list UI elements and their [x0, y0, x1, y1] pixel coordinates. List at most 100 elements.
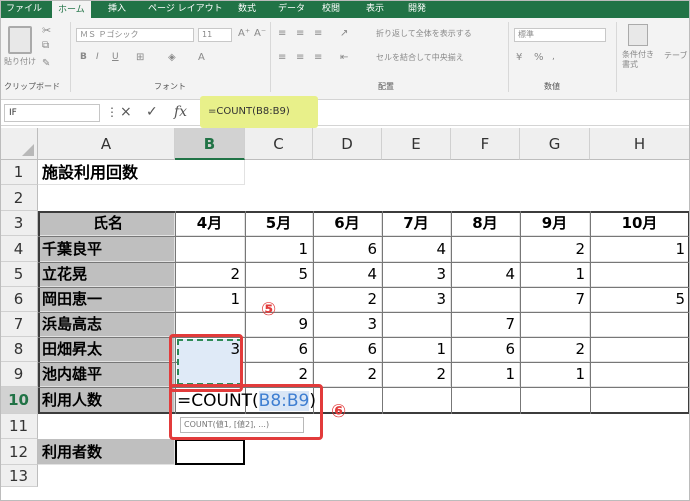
- row-header-3[interactable]: 3: [0, 211, 38, 236]
- font-size-select[interactable]: 11: [198, 28, 232, 42]
- align-bottom-icon[interactable]: ≡: [314, 28, 322, 39]
- header-month-cell[interactable]: 8月: [451, 211, 520, 236]
- row-header-10[interactable]: 10: [0, 387, 38, 414]
- conditional-format-icon[interactable]: [628, 24, 648, 46]
- value-cell[interactable]: 7: [451, 312, 520, 337]
- number-format-select[interactable]: 標準: [514, 28, 606, 42]
- format-as-table-button[interactable]: テーブ: [664, 50, 688, 61]
- copy-icon[interactable]: ⧉: [42, 40, 49, 51]
- value-cell[interactable]: 2: [382, 362, 451, 387]
- row-header-1[interactable]: 1: [0, 160, 38, 185]
- row-header-12[interactable]: 12: [0, 439, 38, 465]
- percent-icon[interactable]: %: [534, 52, 544, 63]
- cancel-icon[interactable]: ×: [120, 103, 132, 121]
- paste-button[interactable]: 貼り付け: [4, 56, 36, 67]
- person-name-cell[interactable]: 立花晃: [38, 262, 175, 287]
- currency-icon[interactable]: ¥: [516, 52, 522, 63]
- value-cell[interactable]: 5: [590, 287, 690, 312]
- value-cell[interactable]: [590, 312, 690, 337]
- paste-icon[interactable]: [8, 26, 32, 54]
- value-cell[interactable]: 2: [520, 236, 590, 262]
- value-cell[interactable]: 3: [382, 287, 451, 312]
- person-name-cell[interactable]: 池内雄平: [38, 362, 175, 387]
- value-cell[interactable]: [520, 312, 590, 337]
- tab-insert[interactable]: 挿入: [108, 0, 126, 18]
- column-header-H[interactable]: H: [590, 128, 690, 160]
- row-header-9[interactable]: 9: [0, 362, 38, 387]
- value-cell[interactable]: 6: [245, 337, 313, 362]
- person-name-cell[interactable]: 千葉良平: [38, 236, 175, 262]
- tab-view[interactable]: 表示: [366, 0, 384, 18]
- conditional-format-button[interactable]: 条件付き 書式: [622, 50, 656, 70]
- header-month-cell[interactable]: 5月: [245, 211, 313, 236]
- users-total-label[interactable]: 利用者数: [38, 439, 175, 465]
- value-cell[interactable]: 6: [313, 337, 382, 362]
- value-cell[interactable]: 7: [520, 287, 590, 312]
- merge-center-button[interactable]: セルを結合して中央揃え: [376, 52, 464, 63]
- value-cell[interactable]: 4: [313, 262, 382, 287]
- value-cell[interactable]: 4: [451, 262, 520, 287]
- value-cell[interactable]: [245, 287, 313, 312]
- column-header-D[interactable]: D: [313, 128, 382, 160]
- align-left-icon[interactable]: ≡: [278, 52, 286, 63]
- bold-icon[interactable]: B: [80, 52, 87, 62]
- value-cell[interactable]: 5: [245, 262, 313, 287]
- fill-color-icon[interactable]: ◈: [168, 52, 176, 63]
- enter-icon[interactable]: ✓: [146, 103, 158, 121]
- tab-data[interactable]: データ: [278, 0, 305, 18]
- person-name-cell[interactable]: 岡田恵一: [38, 287, 175, 312]
- row-header-2[interactable]: 2: [0, 185, 38, 211]
- comma-icon[interactable]: ,: [552, 52, 555, 62]
- value-cell[interactable]: 2: [175, 262, 245, 287]
- tab-page-layout[interactable]: ページ レイアウト: [148, 0, 223, 18]
- sheet-title[interactable]: 施設利用回数: [38, 160, 245, 185]
- header-month-cell[interactable]: 7月: [382, 211, 451, 236]
- border-icon[interactable]: ⊞: [136, 52, 144, 63]
- insert-function-icon[interactable]: fx: [174, 103, 187, 121]
- tab-home[interactable]: ホーム: [52, 0, 91, 18]
- row-header-13[interactable]: 13: [0, 465, 38, 487]
- column-header-F[interactable]: F: [451, 128, 520, 160]
- cell-B10-editing[interactable]: =COUNT(B8:B9): [177, 388, 316, 415]
- indent-icon[interactable]: ⇤: [340, 52, 348, 63]
- value-cell[interactable]: 1: [382, 337, 451, 362]
- tab-file[interactable]: ファイル: [6, 0, 42, 18]
- tab-formulas[interactable]: 数式: [238, 0, 256, 18]
- align-center-icon[interactable]: ≡: [296, 52, 304, 63]
- column-header-G[interactable]: G: [520, 128, 590, 160]
- row-header-11[interactable]: 11: [0, 414, 38, 439]
- value-cell[interactable]: [451, 287, 520, 312]
- font-color-icon[interactable]: A: [198, 52, 205, 63]
- value-cell[interactable]: 2: [313, 287, 382, 312]
- value-cell[interactable]: 4: [382, 236, 451, 262]
- row-header-5[interactable]: 5: [0, 262, 38, 287]
- users-count-label[interactable]: 利用人数: [38, 387, 175, 414]
- header-month-cell[interactable]: 10月: [590, 211, 690, 236]
- header-name-cell[interactable]: 氏名: [38, 211, 175, 236]
- column-header-E[interactable]: E: [382, 128, 451, 160]
- column-header-C[interactable]: C: [245, 128, 313, 160]
- align-middle-icon[interactable]: ≡: [296, 28, 304, 39]
- shrink-font-icon[interactable]: A⁻: [254, 28, 266, 39]
- column-header-B[interactable]: B: [175, 128, 245, 160]
- person-name-cell[interactable]: 浜島高志: [38, 312, 175, 337]
- header-month-cell[interactable]: 9月: [520, 211, 590, 236]
- value-cell[interactable]: [382, 312, 451, 337]
- select-all-corner[interactable]: [0, 128, 38, 160]
- value-cell[interactable]: 1: [245, 236, 313, 262]
- value-cell[interactable]: 3: [382, 262, 451, 287]
- name-box[interactable]: IF: [4, 104, 100, 122]
- row-header-7[interactable]: 7: [0, 312, 38, 337]
- value-cell[interactable]: 2: [520, 337, 590, 362]
- value-cell[interactable]: [590, 262, 690, 287]
- cut-icon[interactable]: ✂: [42, 24, 51, 37]
- orientation-icon[interactable]: ↗: [340, 28, 348, 39]
- value-cell[interactable]: [451, 236, 520, 262]
- format-painter-icon[interactable]: ✎: [42, 58, 50, 69]
- header-month-cell[interactable]: 6月: [313, 211, 382, 236]
- font-name-select[interactable]: ＭＳ Ｐゴシック: [76, 28, 194, 42]
- value-cell[interactable]: [175, 236, 245, 262]
- value-cell[interactable]: 6: [313, 236, 382, 262]
- value-cell[interactable]: 1: [520, 362, 590, 387]
- value-cell[interactable]: 9: [245, 312, 313, 337]
